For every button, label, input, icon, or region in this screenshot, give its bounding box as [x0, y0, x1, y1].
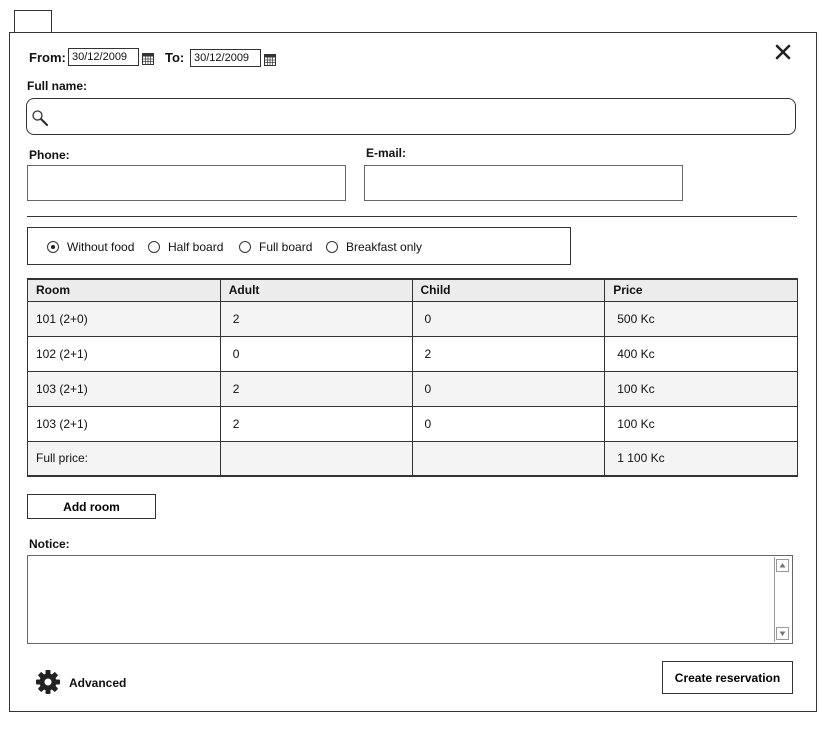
- to-label: To:: [165, 50, 185, 65]
- table-row[interactable]: 103 (2+1) 2 0 100 Kc: [27, 371, 798, 407]
- table-cell: [412, 441, 606, 477]
- column-header[interactable]: Child: [412, 279, 606, 302]
- scroll-up-button[interactable]: [776, 559, 789, 572]
- total-label: Full price:: [27, 441, 221, 477]
- arrow-down-icon: [779, 631, 786, 636]
- column-header[interactable]: Adult: [220, 279, 413, 302]
- notice-textarea[interactable]: [27, 555, 793, 644]
- divider: [27, 216, 797, 217]
- calendar-icon[interactable]: [142, 53, 154, 65]
- table-cell: 100 Kc: [604, 406, 798, 442]
- table-row[interactable]: 102 (2+1) 0 2 400 Kc: [27, 336, 798, 372]
- scroll-down-button[interactable]: [776, 627, 789, 640]
- to-date-input[interactable]: 30/12/2009: [190, 49, 261, 67]
- table-header-row: Room Adult Child Price: [27, 279, 798, 302]
- phone-field[interactable]: [27, 165, 346, 201]
- reservation-dialog: From: 30/12/2009 To: 30/12/2009 Full nam…: [9, 32, 817, 712]
- radio-checked-icon: [47, 241, 59, 253]
- fullname-search-input[interactable]: [26, 98, 796, 135]
- total-value: 1 100 Kc: [604, 441, 798, 477]
- search-icon: [32, 110, 49, 127]
- radio-unchecked-icon: [148, 241, 160, 253]
- radio-full-board[interactable]: Full board: [239, 239, 312, 255]
- from-date-input[interactable]: 30/12/2009: [68, 48, 139, 66]
- column-header[interactable]: Room: [27, 279, 221, 302]
- table-cell: [220, 441, 413, 477]
- table-row[interactable]: 103 (2+1) 2 0 100 Kc: [27, 406, 798, 442]
- table-cell: 0: [412, 406, 606, 442]
- table-cell: 103 (2+1): [27, 371, 221, 407]
- table-cell: 101 (2+0): [27, 301, 221, 337]
- column-header[interactable]: Price: [604, 279, 798, 302]
- email-label: E-mail:: [366, 146, 407, 160]
- table-cell: 102 (2+1): [27, 336, 221, 372]
- table-cell: 400 Kc: [604, 336, 798, 372]
- from-label: From:: [29, 50, 66, 65]
- calendar-icon[interactable]: [264, 54, 276, 66]
- add-room-button[interactable]: Add room: [27, 494, 156, 519]
- radio-breakfast-only[interactable]: Breakfast only: [326, 239, 422, 255]
- table-total-row: Full price: 1 100 Kc: [27, 441, 798, 477]
- radio-label: Without food: [67, 240, 135, 254]
- board-radio-group: Without food Half board Full board Break…: [27, 227, 571, 265]
- table-cell: 2: [220, 371, 413, 407]
- table-cell: 0: [412, 301, 606, 337]
- notice-scrollbar[interactable]: [774, 557, 791, 642]
- radio-label: Half board: [168, 240, 224, 254]
- table-cell: 0: [412, 371, 606, 407]
- table-cell: 103 (2+1): [27, 406, 221, 442]
- rooms-table: Room Adult Child Price 101 (2+0) 2 0 500…: [27, 278, 798, 477]
- arrow-up-icon: [779, 563, 786, 568]
- radio-unchecked-icon: [326, 241, 338, 253]
- notice-label: Notice:: [29, 537, 70, 551]
- phone-label: Phone:: [29, 148, 70, 162]
- gear-icon[interactable]: [35, 669, 61, 695]
- table-cell: 500 Kc: [604, 301, 798, 337]
- radio-label: Full board: [259, 240, 313, 254]
- table-cell: 100 Kc: [604, 371, 798, 407]
- radio-without-food[interactable]: Without food: [47, 239, 134, 255]
- radio-unchecked-icon: [239, 241, 251, 253]
- radio-half-board[interactable]: Half board: [148, 239, 223, 255]
- radio-label: Breakfast only: [346, 240, 423, 254]
- table-row[interactable]: 101 (2+0) 2 0 500 Kc: [27, 301, 798, 337]
- window-tab[interactable]: [14, 10, 52, 32]
- table-cell: 2: [220, 301, 413, 337]
- create-reservation-button[interactable]: Create reservation: [662, 661, 793, 694]
- table-cell: 2: [220, 406, 413, 442]
- advanced-link[interactable]: Advanced: [69, 676, 126, 690]
- close-icon[interactable]: [774, 43, 792, 61]
- table-cell: 2: [412, 336, 606, 372]
- table-cell: 0: [220, 336, 413, 372]
- fullname-label: Full name:: [27, 79, 88, 93]
- email-field[interactable]: [364, 165, 683, 201]
